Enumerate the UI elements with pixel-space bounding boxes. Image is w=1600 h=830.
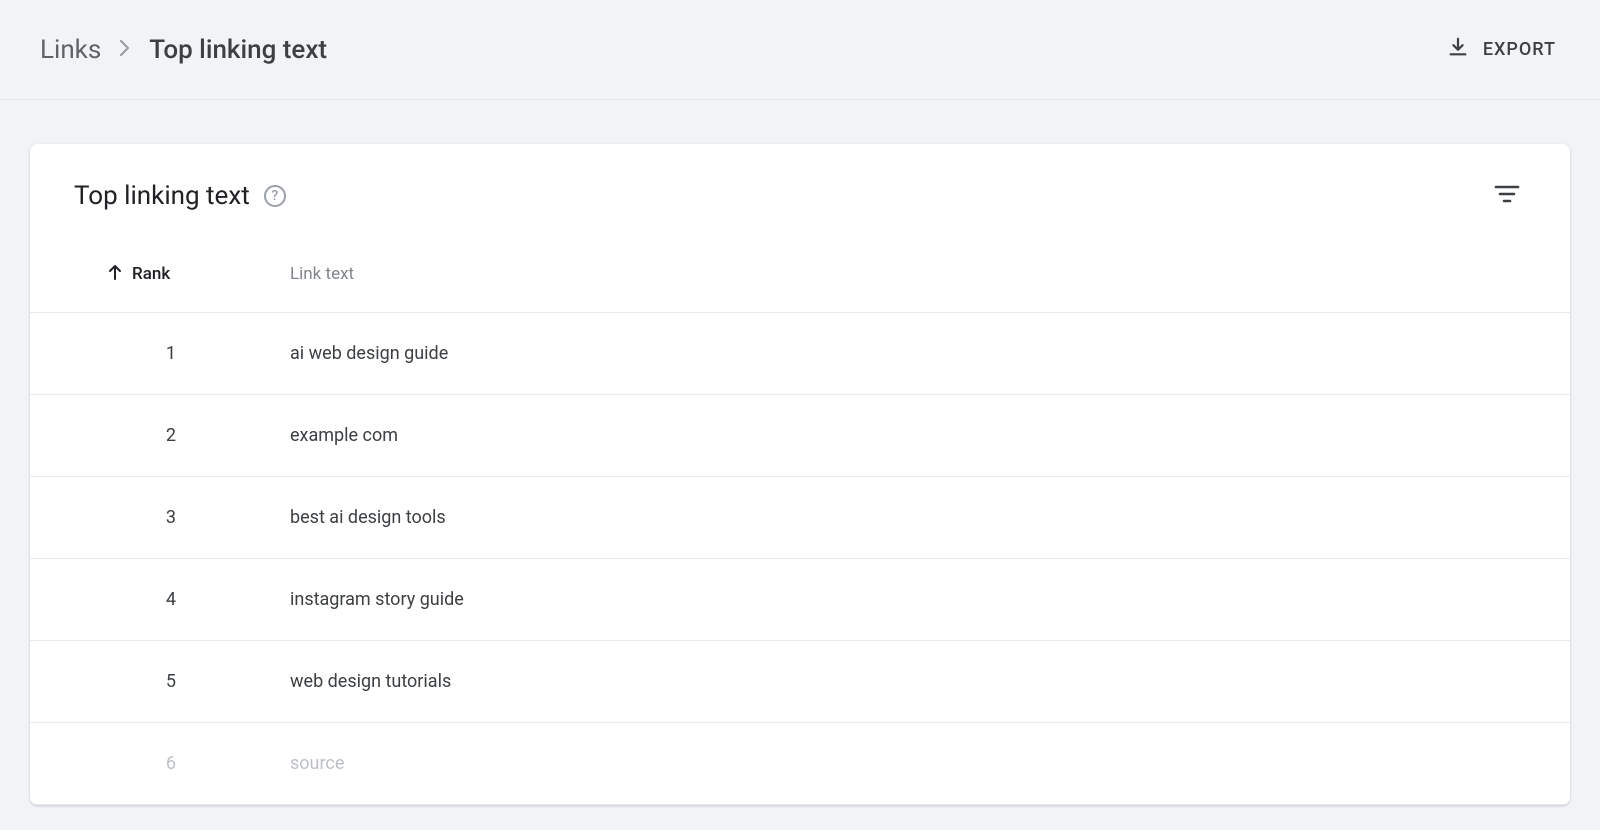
- link-text-cell: instagram story guide: [230, 589, 1570, 610]
- breadcrumb: Links Top linking text: [40, 35, 327, 65]
- chevron-right-icon: [119, 38, 131, 62]
- export-button[interactable]: EXPORT: [1443, 28, 1560, 71]
- help-icon[interactable]: ?: [264, 185, 286, 207]
- rank-cell: 5: [30, 671, 230, 692]
- rank-cell: 4: [30, 589, 230, 610]
- table-row[interactable]: 5web design tutorials: [30, 641, 1570, 723]
- table-row[interactable]: 2example com: [30, 395, 1570, 477]
- filter-icon: [1494, 189, 1520, 208]
- table-row[interactable]: 4instagram story guide: [30, 559, 1570, 641]
- rank-cell: 6: [30, 753, 230, 774]
- filter-button[interactable]: [1488, 178, 1526, 214]
- top-linking-text-card: Top linking text ? Rank Link text 1ai we…: [30, 144, 1570, 805]
- link-text-cell: example com: [230, 425, 1570, 446]
- page-header: Links Top linking text EXPORT: [0, 0, 1600, 100]
- link-text-cell: best ai design tools: [230, 507, 1570, 528]
- table-row[interactable]: 1ai web design guide: [30, 313, 1570, 395]
- arrow-up-icon: [108, 264, 122, 284]
- download-icon: [1447, 36, 1469, 63]
- card-header: Top linking text ?: [30, 144, 1570, 234]
- rank-header-label: Rank: [132, 264, 170, 284]
- table-header-row: Rank Link text: [30, 234, 1570, 313]
- rank-cell: 3: [30, 507, 230, 528]
- rank-cell: 1: [30, 343, 230, 364]
- card-title: Top linking text: [74, 181, 250, 211]
- table-row[interactable]: 3best ai design tools: [30, 477, 1570, 559]
- breadcrumb-current: Top linking text: [149, 35, 327, 65]
- column-header-rank[interactable]: Rank: [30, 264, 230, 284]
- breadcrumb-parent-link[interactable]: Links: [40, 35, 101, 65]
- table-row[interactable]: 6source: [30, 723, 1570, 805]
- link-text-cell: source: [230, 753, 1570, 774]
- link-text-cell: ai web design guide: [230, 343, 1570, 364]
- link-text-header-label: Link text: [290, 264, 354, 284]
- linking-text-table: Rank Link text 1ai web design guide2exam…: [30, 234, 1570, 805]
- column-header-link-text[interactable]: Link text: [230, 264, 1570, 284]
- link-text-cell: web design tutorials: [230, 671, 1570, 692]
- rank-cell: 2: [30, 425, 230, 446]
- export-label: EXPORT: [1483, 39, 1556, 60]
